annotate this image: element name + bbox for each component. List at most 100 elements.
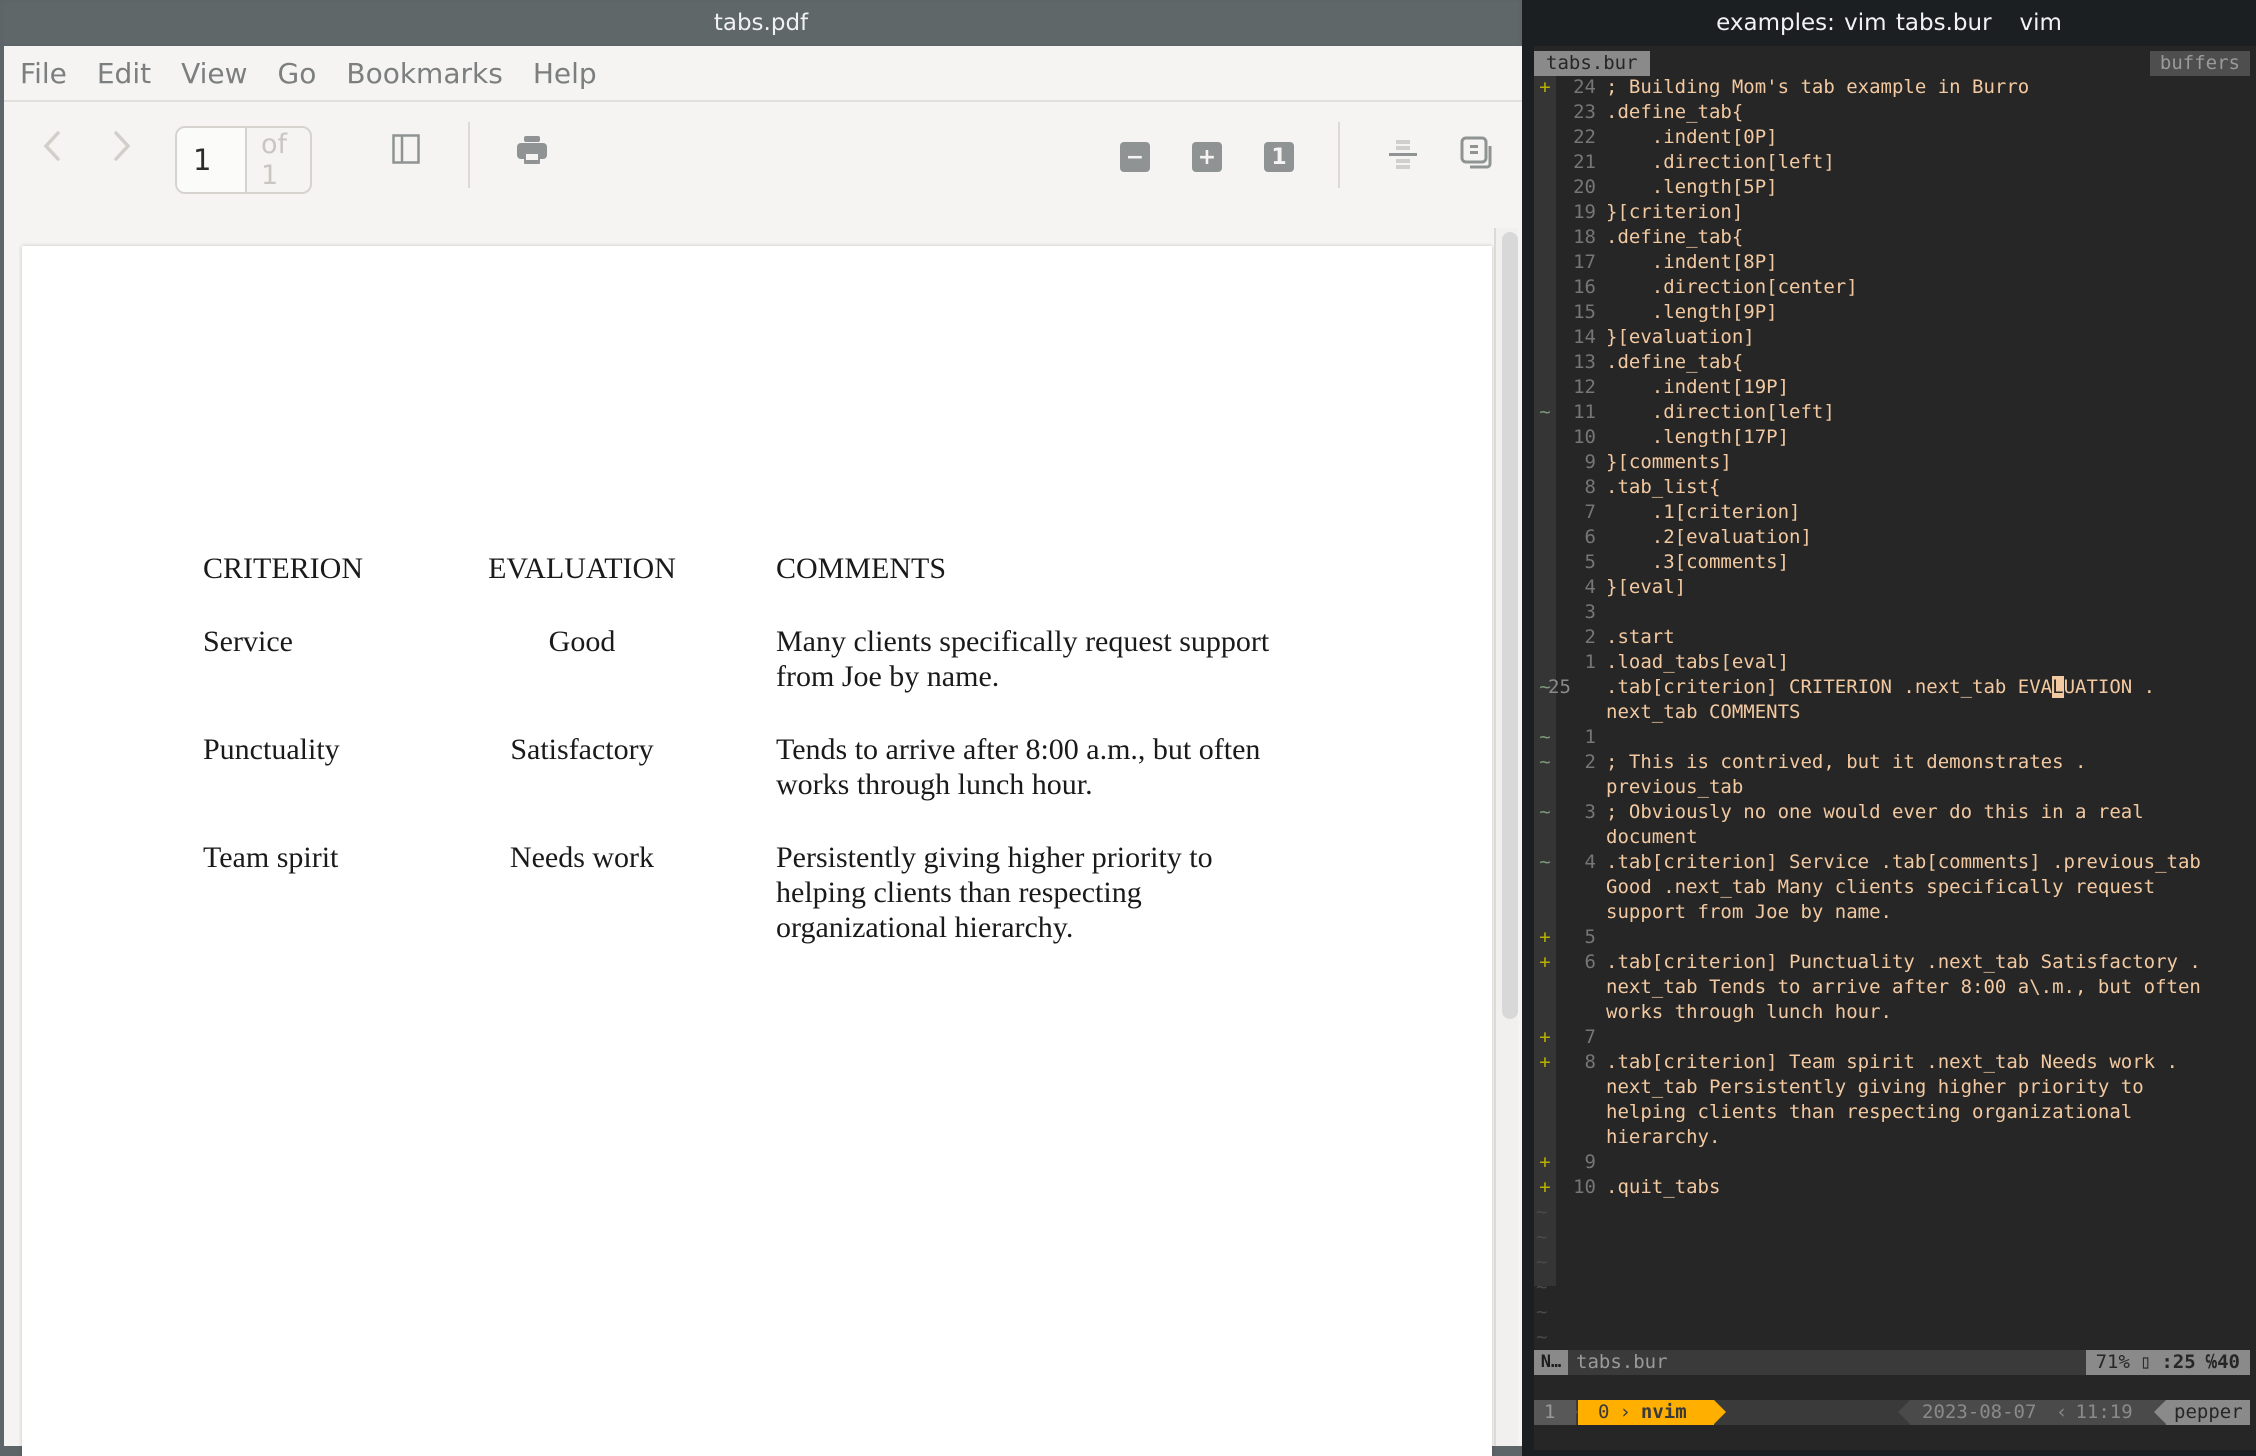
- buffer-line[interactable]: ~2 ; This is contrived, but it demonstrat…: [1534, 750, 2250, 775]
- menu-view[interactable]: View: [181, 57, 247, 90]
- buffer-line[interactable]: 20 .length[5P]: [1534, 175, 2250, 200]
- terminal[interactable]: tabs.bur buffers +24; Building Mom's tab…: [1534, 46, 2256, 1450]
- buffer-line[interactable]: 21 .direction[left]: [1534, 150, 2250, 175]
- pdf-viewer-window: tabs.pdf File Edit View Go Bookmarks Hel…: [0, 0, 1522, 1456]
- chevron-right-icon: [114, 131, 131, 161]
- buffer-line[interactable]: next_tab Persistently giving higher prio…: [1534, 1075, 2250, 1100]
- buffer-line[interactable]: 16 .direction[center]: [1534, 275, 2250, 300]
- git-added-sign-icon: +: [1539, 1051, 1551, 1073]
- line-number: 12: [1573, 376, 1596, 398]
- buffer-line[interactable]: 12 .indent[19P]: [1534, 375, 2250, 400]
- buffer-line[interactable]: 23 .define_tab{: [1534, 100, 2250, 125]
- menu-file[interactable]: File: [20, 57, 67, 90]
- zoom-in-button[interactable]: +: [1192, 142, 1222, 172]
- menu-edit[interactable]: Edit: [97, 57, 151, 90]
- buffer-line[interactable]: support from Joe by name.: [1534, 900, 2250, 925]
- menu-bookmarks[interactable]: Bookmarks: [346, 57, 502, 90]
- print-button[interactable]: [514, 132, 550, 168]
- powerline-arrow-icon: [1898, 1400, 1910, 1424]
- code-text: ; Building Mom's tab example in Burro: [1606, 76, 2030, 98]
- pages-icon: [1460, 136, 1492, 169]
- buffer-line[interactable]: hierarchy.: [1534, 1125, 2250, 1150]
- line-number: 8: [1584, 1051, 1596, 1073]
- buffer-line[interactable]: +10 .quit_tabs: [1534, 1175, 2250, 1200]
- scrollbar-thumb[interactable]: [1502, 232, 1518, 1019]
- buffer-line[interactable]: +24 ; Building Mom's tab example in Burro: [1534, 75, 2250, 100]
- buffer-line[interactable]: +6 .tab[criterion] Punctuality .next_tab …: [1534, 950, 2250, 975]
- buffer-line[interactable]: 7 .1[criterion]: [1534, 500, 2250, 525]
- powerline-separator-icon: ›: [1619, 1401, 1631, 1423]
- buffer-line[interactable]: 10 .length[17P]: [1534, 425, 2250, 450]
- buffer-line[interactable]: 15 .length[9P]: [1534, 300, 2250, 325]
- buffer-line[interactable]: helping clients than respecting organiza…: [1534, 1100, 2250, 1125]
- window-title: examples: vim tabs.bur vim: [1716, 10, 2062, 36]
- buffer-line[interactable]: 22 .indent[0P]: [1534, 125, 2250, 150]
- tilde-marker: ~: [1536, 1226, 1548, 1248]
- buffer-line[interactable]: next_tab Tends to arrive after 8:00 a\.m…: [1534, 975, 2250, 1000]
- document-view[interactable]: CRITERION EVALUATION COMMENTS Service Go…: [4, 196, 1522, 1456]
- code-text: }[comments]: [1606, 451, 1732, 473]
- git-changed-sign-icon: ~: [1539, 401, 1551, 423]
- header-comments: COMMENTS: [776, 552, 947, 585]
- tmux-window-current[interactable]: 0 › nvim: [1578, 1400, 1714, 1425]
- buffer-line[interactable]: 19}[criterion]: [1534, 200, 2250, 225]
- buffer-line[interactable]: 2 .start: [1534, 625, 2250, 650]
- window-title-bar[interactable]: examples: vim tabs.bur vim: [1522, 0, 2256, 46]
- menu-help[interactable]: Help: [533, 57, 597, 90]
- code-text: .indent[0P]: [1606, 126, 1778, 148]
- buffer-line[interactable]: +7: [1534, 1025, 2250, 1050]
- buffer-line[interactable]: ~25 .tab[criterion] CRITERION .next_tab E…: [1534, 675, 2250, 700]
- next-page-button[interactable]: [102, 126, 142, 166]
- git-changed-sign-icon: ~: [1539, 801, 1551, 823]
- buffer-line[interactable]: 14}[evaluation]: [1534, 325, 2250, 350]
- vim-tabline: tabs.bur buffers: [1534, 51, 2250, 76]
- zoom-out-button[interactable]: −: [1120, 142, 1150, 172]
- code-text: .direction[left]: [1606, 151, 1835, 173]
- dual-page-button[interactable]: [1460, 136, 1494, 170]
- buffer-line[interactable]: 9}[comments]: [1534, 450, 2250, 475]
- end-of-buffer-line: ~: [1534, 1200, 2250, 1225]
- buffer-line[interactable]: ~3 ; Obviously no one would ever do this …: [1534, 800, 2250, 825]
- page-number-input[interactable]: 1: [177, 128, 247, 192]
- menu-go[interactable]: Go: [278, 57, 317, 90]
- scroll-percent: 71%: [2095, 1351, 2130, 1373]
- buffer-line[interactable]: previous_tab: [1534, 775, 2250, 800]
- git-added-sign-icon: +: [1539, 76, 1551, 98]
- row-team-spirit-evaluation: Needs work: [509, 841, 655, 874]
- editor-buffer[interactable]: +24; Building Mom's tab example in Burro…: [1534, 75, 2250, 1350]
- code-text: next_tab COMMENTS: [1606, 701, 1801, 723]
- sidebar-toggle-button[interactable]: [390, 132, 422, 166]
- row-punctuality-criterion: Punctuality: [203, 733, 340, 766]
- buffer-line[interactable]: ~11 .direction[left]: [1534, 400, 2250, 425]
- sidebar-icon: [392, 134, 420, 164]
- buffer-line[interactable]: +9: [1534, 1150, 2250, 1175]
- row-service-comment-line: from Joe by name.: [776, 660, 1000, 693]
- buffer-line[interactable]: 6 .2[evaluation]: [1534, 525, 2250, 550]
- zoom-reset-button[interactable]: 1: [1264, 142, 1294, 172]
- tmux-status-bar: 1 0 › nvim 2023-08-07 ‹ 11:19 pepper: [1534, 1400, 2250, 1425]
- previous-page-button[interactable]: [32, 126, 72, 166]
- buffer-line[interactable]: Good .next_tab Many clients specifically…: [1534, 875, 2250, 900]
- buffer-line[interactable]: +5: [1534, 925, 2250, 950]
- code-text: next_tab Persistently giving higher prio…: [1606, 1076, 2144, 1098]
- buffer-line[interactable]: ~4 .tab[criterion] Service .tab[comments]…: [1534, 850, 2250, 875]
- buffer-line[interactable]: 1 .load_tabs[eval]: [1534, 650, 2250, 675]
- vertical-scrollbar[interactable]: [1494, 228, 1518, 1446]
- buffer-line[interactable]: 18 .define_tab{: [1534, 225, 2250, 250]
- buffer-line[interactable]: 8 .tab_list{: [1534, 475, 2250, 500]
- text-cursor: L: [2052, 676, 2064, 698]
- buffer-line[interactable]: 13 .define_tab{: [1534, 350, 2250, 375]
- buffer-line[interactable]: 5 .3[comments]: [1534, 550, 2250, 575]
- buffer-line[interactable]: +8 .tab[criterion] Team spirit .next_tab …: [1534, 1050, 2250, 1075]
- buffer-line[interactable]: document: [1534, 825, 2250, 850]
- buffer-line[interactable]: works through lunch hour.: [1534, 1000, 2250, 1025]
- buffer-line[interactable]: 17 .indent[8P]: [1534, 250, 2250, 275]
- buffer-line[interactable]: next_tab COMMENTS: [1534, 700, 2250, 725]
- window-title-bar[interactable]: tabs.pdf: [4, 2, 1518, 44]
- tab-tabs-bur[interactable]: tabs.bur: [1534, 51, 1650, 76]
- code-text: previous_tab: [1606, 776, 1744, 798]
- continuous-view-button[interactable]: [1388, 138, 1418, 172]
- buffer-line[interactable]: 3: [1534, 600, 2250, 625]
- buffer-line[interactable]: ~1: [1534, 725, 2250, 750]
- buffer-line[interactable]: 4}[eval]: [1534, 575, 2250, 600]
